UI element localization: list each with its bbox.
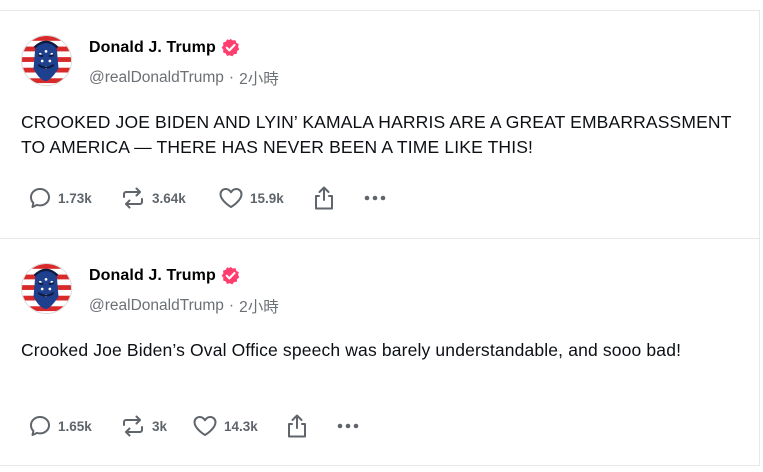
author-handle[interactable]: @realDonaldTrump xyxy=(89,297,224,315)
share-button[interactable] xyxy=(285,413,335,439)
post-card[interactable]: Donald J. Trump @realDonaldTrump · 2小時 C… xyxy=(0,10,760,238)
more-dots-icon xyxy=(364,195,386,201)
share-button[interactable] xyxy=(312,185,362,211)
comment-bubble-icon xyxy=(30,188,50,208)
avatar-flag-portrait-icon xyxy=(22,264,71,313)
repost-arrows-icon xyxy=(123,187,143,209)
reply-button[interactable]: 1.73k xyxy=(28,186,120,210)
like-button[interactable]: 15.9k xyxy=(218,186,312,210)
author-display-name[interactable]: Donald J. Trump xyxy=(89,39,216,57)
repost-button[interactable]: 3.64k xyxy=(120,186,218,210)
author-handle[interactable]: @realDonaldTrump xyxy=(89,69,224,87)
repost-button[interactable]: 3k xyxy=(120,414,192,438)
post-card[interactable]: Donald J. Trump @realDonaldTrump · 2小時 C… xyxy=(0,238,760,466)
repost-count: 3k xyxy=(152,418,168,434)
meta-separator: · xyxy=(228,297,235,314)
post-text: Crooked Joe Biden’s Oval Office speech w… xyxy=(21,340,682,360)
more-dots-icon xyxy=(337,423,359,429)
post-timestamp[interactable]: 2小時 xyxy=(239,295,279,317)
post-actions: 1.65k 3k 14.3k xyxy=(28,413,365,439)
more-options-button[interactable] xyxy=(335,414,365,438)
verified-badge-icon xyxy=(221,38,240,57)
post-text: CROOKED JOE BIDEN AND LYIN’ KAMALA HARRI… xyxy=(21,112,732,157)
repost-count: 3.64k xyxy=(152,190,186,206)
like-count: 14.3k xyxy=(224,418,258,434)
share-upload-icon xyxy=(288,414,306,438)
reply-button[interactable]: 1.65k xyxy=(28,414,120,438)
verified-badge-icon xyxy=(221,266,240,285)
post-actions: 1.73k 3.64k 15.9k xyxy=(28,185,392,211)
heart-icon xyxy=(193,416,217,436)
meta-separator: · xyxy=(228,69,235,86)
like-button[interactable]: 14.3k xyxy=(192,414,285,438)
heart-icon xyxy=(219,188,243,208)
share-upload-icon xyxy=(315,186,333,210)
avatar[interactable] xyxy=(21,263,72,314)
reply-count: 1.65k xyxy=(58,418,92,434)
comment-bubble-icon xyxy=(30,416,50,436)
avatar[interactable] xyxy=(21,35,72,86)
like-count: 15.9k xyxy=(250,190,284,206)
author-display-name[interactable]: Donald J. Trump xyxy=(89,267,216,285)
more-options-button[interactable] xyxy=(362,186,392,210)
post-timestamp[interactable]: 2小時 xyxy=(239,67,279,89)
reply-count: 1.73k xyxy=(58,190,92,206)
repost-arrows-icon xyxy=(123,415,143,437)
avatar-flag-portrait-icon xyxy=(22,36,71,85)
